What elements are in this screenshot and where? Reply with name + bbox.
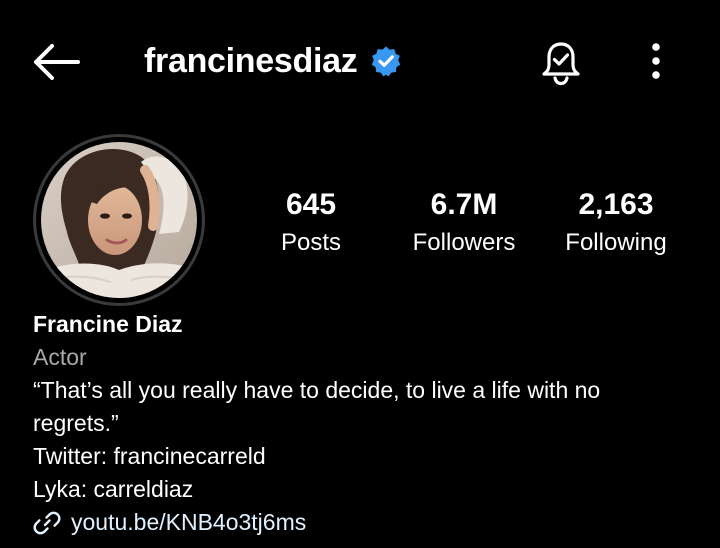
back-button[interactable]: [30, 40, 82, 84]
followers-label: Followers: [412, 229, 516, 256]
bio-link-text[interactable]: youtu.be/KNB4o3tj6ms: [71, 506, 306, 539]
username: francinesdiaz: [144, 41, 358, 80]
profile-avatar[interactable]: [33, 134, 205, 306]
verified-badge-icon: [370, 45, 402, 77]
following-count: 2,163: [578, 188, 654, 221]
bio-quote: “That’s all you really have to decide, t…: [33, 377, 601, 436]
bio-lyka: Lyka: carreldiaz: [33, 476, 194, 502]
back-arrow-icon: [34, 44, 80, 80]
profile-header: francinesdiaz: [0, 0, 720, 120]
stat-posts[interactable]: 645 Posts: [231, 186, 391, 261]
stat-following[interactable]: 2,163 Following: [536, 186, 696, 261]
username-row: francinesdiaz: [144, 38, 402, 84]
profile-bio: Francine Diaz Actor “That’s all you real…: [33, 308, 693, 539]
category-label: Actor: [33, 344, 87, 370]
more-options-button[interactable]: [642, 40, 670, 84]
stat-followers[interactable]: 6.7M Followers: [384, 186, 544, 261]
followers-count: 6.7M: [430, 188, 498, 221]
link-icon: [33, 511, 61, 534]
posts-label: Posts: [280, 229, 342, 256]
more-options-icon: [652, 43, 660, 79]
display-name: Francine Diaz: [33, 311, 183, 337]
bio-link[interactable]: youtu.be/KNB4o3tj6ms: [33, 506, 693, 539]
avatar-image: [41, 142, 197, 298]
bio-twitter: Twitter: francinecarreld: [33, 443, 266, 469]
notification-bell-icon: [542, 42, 580, 86]
posts-count: 645: [285, 188, 337, 221]
notifications-button[interactable]: [536, 38, 586, 88]
following-label: Following: [565, 229, 667, 256]
